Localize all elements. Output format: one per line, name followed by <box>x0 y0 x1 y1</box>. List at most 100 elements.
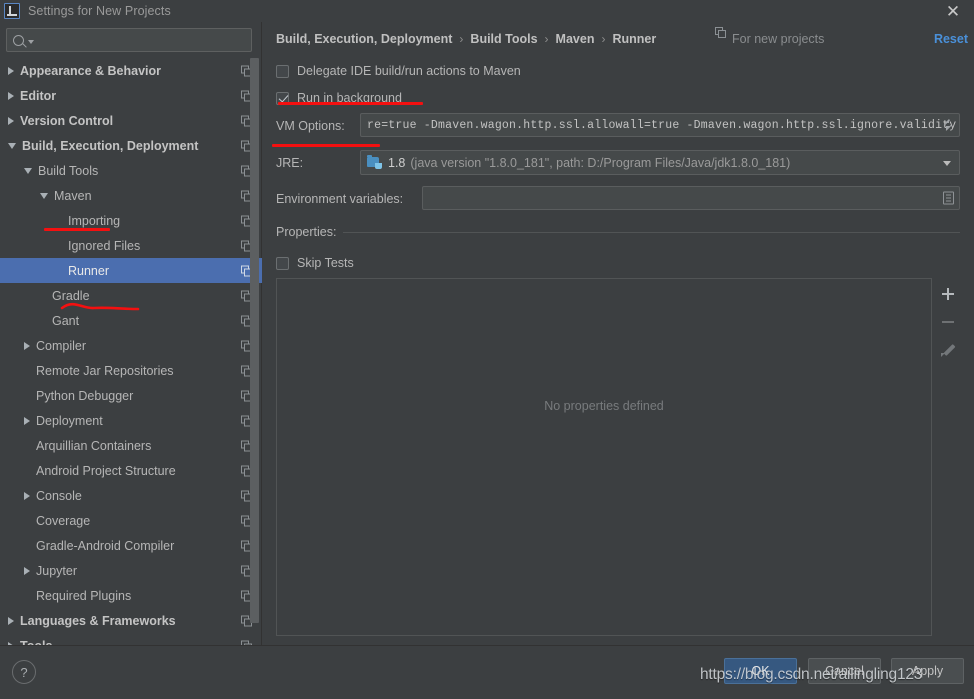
scope-note-label: For new projects <box>732 32 825 46</box>
sidebar-item-android-project-structure[interactable]: Android Project Structure <box>0 458 262 483</box>
sidebar-item-label: Compiler <box>36 338 87 353</box>
sidebar-item-build-tools[interactable]: Build Tools <box>0 158 262 183</box>
delegate-ide-build-checkbox-row[interactable]: Delegate IDE build/run actions to Maven <box>276 62 521 80</box>
search-input[interactable] <box>6 28 252 52</box>
sidebar-item-label: Maven <box>54 188 92 203</box>
run-in-background-checkbox-row[interactable]: Run in background <box>276 89 402 107</box>
sidebar-item-console[interactable]: Console <box>0 483 262 508</box>
sidebar-item-label: Build Tools <box>38 163 99 178</box>
sidebar-item-compiler[interactable]: Compiler <box>0 333 262 358</box>
chevron-right-icon[interactable] <box>24 491 30 500</box>
sidebar-item-python-debugger[interactable]: Python Debugger <box>0 383 262 408</box>
jre-label: JRE: <box>276 156 304 170</box>
scope-note: For new projects <box>715 27 824 51</box>
breadcrumb-item[interactable]: Runner <box>612 32 656 46</box>
jre-select[interactable]: 1.8 (java version "1.8.0_181", path: D:/… <box>360 150 960 175</box>
vm-options-value: re=true -Dmaven.wagon.http.ssl.allowall=… <box>367 118 959 132</box>
sidebar-item-editor[interactable]: Editor <box>0 83 262 108</box>
sidebar-item-label: Importing <box>68 213 121 228</box>
sidebar-item-arquillian-containers[interactable]: Arquillian Containers <box>0 433 262 458</box>
breadcrumb-item[interactable]: Build, Execution, Deployment <box>276 32 452 46</box>
sidebar-item-build-execution-deployment[interactable]: Build, Execution, Deployment <box>0 133 262 158</box>
sidebar-item-gradle-android-compiler[interactable]: Gradle-Android Compiler <box>0 533 262 558</box>
list-editor-icon[interactable] <box>943 191 954 205</box>
annotation-underline-vm-options <box>272 144 380 147</box>
environment-variables-input[interactable] <box>422 186 960 210</box>
apply-button[interactable]: Apply <box>891 658 964 684</box>
chevron-right-icon[interactable] <box>24 566 30 575</box>
dialog-footer: ? OK Cancel Apply <box>0 645 974 699</box>
chevron-right-icon[interactable] <box>24 416 30 425</box>
breadcrumb-separator: › <box>544 32 549 46</box>
sidebar-item-gant[interactable]: Gant <box>0 308 262 333</box>
sidebar-item-required-plugins[interactable]: Required Plugins <box>0 583 262 608</box>
properties-section-label: Properties: <box>276 225 344 239</box>
window-title: Settings for New Projects <box>28 4 171 18</box>
ok-button[interactable]: OK <box>724 658 797 684</box>
sidebar-item-label: Jupyter <box>36 563 77 578</box>
java-folder-icon <box>367 155 382 169</box>
properties-list[interactable]: No properties defined <box>276 278 932 636</box>
run-in-background-checkbox[interactable] <box>276 91 289 105</box>
sidebar-scrollbar[interactable] <box>250 58 259 638</box>
sidebar-item-label: Editor <box>20 88 57 103</box>
chevron-down-icon[interactable] <box>8 142 16 149</box>
settings-tree[interactable]: Appearance & Behavior Editor Version Contr… <box>0 58 262 645</box>
chevron-right-icon[interactable] <box>8 91 14 100</box>
sidebar-item-label: Version Control <box>20 113 114 128</box>
properties-toolbar <box>934 280 962 364</box>
intellij-idea-icon <box>4 3 20 19</box>
sidebar-item-runner[interactable]: Runner <box>0 258 262 283</box>
sidebar-item-label: Appearance & Behavior <box>20 63 162 78</box>
chevron-down-icon[interactable] <box>24 167 32 174</box>
breadcrumb-separator: › <box>601 32 606 46</box>
remove-property-button[interactable] <box>934 308 962 336</box>
chevron-down-icon <box>28 40 34 44</box>
sidebar-item-jupyter[interactable]: Jupyter <box>0 558 262 583</box>
sidebar-item-maven[interactable]: Maven <box>0 183 262 208</box>
sidebar-scrollbar-thumb[interactable] <box>250 58 259 623</box>
skip-tests-checkbox-row[interactable]: Skip Tests <box>276 254 354 272</box>
add-property-button[interactable] <box>934 280 962 308</box>
sidebar-item-label: Remote Jar Repositories <box>36 363 174 378</box>
sidebar-item-label: Python Debugger <box>36 388 134 403</box>
sidebar-item-languages-frameworks[interactable]: Languages & Frameworks <box>0 608 262 633</box>
breadcrumb-item[interactable]: Maven <box>556 32 595 46</box>
sidebar-item-coverage[interactable]: Coverage <box>0 508 262 533</box>
vm-options-label: VM Options: <box>276 119 345 133</box>
chevron-down-icon[interactable] <box>40 192 48 199</box>
chevron-down-icon[interactable] <box>943 160 951 166</box>
search-input-wrapper[interactable] <box>6 28 252 52</box>
chevron-right-icon[interactable] <box>8 116 14 125</box>
skip-tests-label: Skip Tests <box>297 256 354 270</box>
help-button[interactable]: ? <box>12 660 36 684</box>
jre-path-detail: (java version "1.8.0_181", path: D:/Prog… <box>410 155 791 170</box>
chevron-right-icon[interactable] <box>24 341 30 350</box>
chevron-right-icon[interactable] <box>8 616 14 625</box>
sidebar-item-label: Runner <box>68 263 109 278</box>
sidebar-item-version-control[interactable]: Version Control <box>0 108 262 133</box>
sidebar-item-label: Gant <box>52 313 80 328</box>
sidebar-item-deployment[interactable]: Deployment <box>0 408 262 433</box>
breadcrumb-item[interactable]: Build Tools <box>470 32 537 46</box>
search-icon <box>13 34 24 46</box>
vm-options-input[interactable]: re=true -Dmaven.wagon.http.ssl.allowall=… <box>360 113 960 137</box>
sidebar-item-importing[interactable]: Importing <box>0 208 262 233</box>
edit-property-button[interactable] <box>934 336 962 364</box>
sidebar-item-tools[interactable]: Tools <box>0 633 262 645</box>
sidebar-item-label: Android Project Structure <box>36 463 176 478</box>
cancel-button[interactable]: Cancel <box>808 658 881 684</box>
sidebar-item-label: Ignored Files <box>68 238 141 253</box>
close-icon[interactable]: ✕ <box>940 0 966 22</box>
sidebar-item-remote-jar-repositories[interactable]: Remote Jar Repositories <box>0 358 262 383</box>
sidebar-item-gradle[interactable]: Gradle <box>0 283 262 308</box>
sidebar-item-appearance-behavior[interactable]: Appearance & Behavior <box>0 58 262 83</box>
environment-variables-label: Environment variables: <box>276 192 404 206</box>
reset-link[interactable]: Reset <box>934 27 968 51</box>
chevron-right-icon[interactable] <box>8 66 14 75</box>
expand-icon[interactable] <box>942 119 954 131</box>
delegate-ide-build-checkbox[interactable] <box>276 64 289 78</box>
sidebar-item-ignored-files[interactable]: Ignored Files <box>0 233 262 258</box>
skip-tests-checkbox[interactable] <box>276 256 289 270</box>
breadcrumb-separator: › <box>459 32 464 46</box>
